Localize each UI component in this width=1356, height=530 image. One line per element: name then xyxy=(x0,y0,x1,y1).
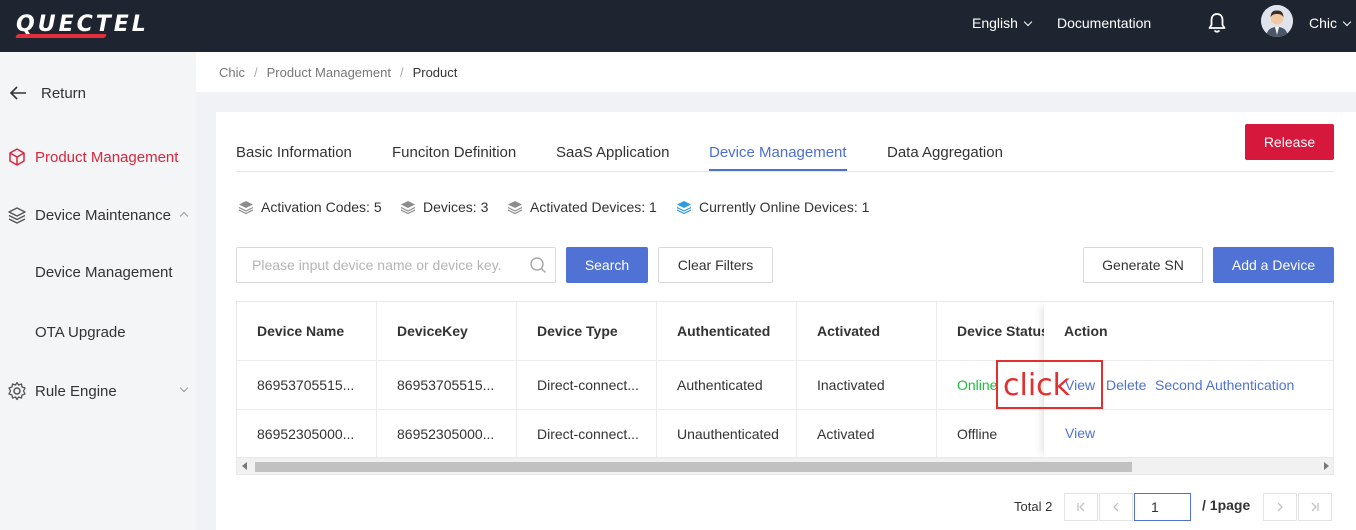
table-cell-device-type: Direct-connect... xyxy=(517,361,657,409)
stat-label: Activation Codes: 5 xyxy=(261,199,382,215)
sidebar-item-device-management[interactable]: Device Management xyxy=(35,264,173,281)
stack-icon xyxy=(238,201,254,214)
search-icon[interactable] xyxy=(529,256,547,274)
table-cell-device-key: 86953705515... xyxy=(377,361,517,409)
column-header-action: Action xyxy=(1064,323,1108,339)
table-cell-device-name[interactable]: 86952305000... xyxy=(237,410,377,458)
column-header-device-type[interactable]: Device Type xyxy=(517,302,657,360)
bell-icon[interactable] xyxy=(1207,12,1227,34)
column-header-device-key[interactable]: DeviceKey xyxy=(377,302,517,360)
stack-icon xyxy=(400,201,416,214)
add-device-button[interactable]: Add a Device xyxy=(1213,247,1334,283)
layers-icon xyxy=(8,207,26,224)
table-cell-activated: Activated xyxy=(797,410,937,458)
stat-activated-devices: Activated Devices: 1 xyxy=(507,199,657,215)
scrollbar-thumb[interactable] xyxy=(255,462,1132,472)
stat-devices: Devices: 3 xyxy=(400,199,488,215)
user-name: Chic xyxy=(1309,15,1338,31)
chevron-up-icon xyxy=(179,211,189,221)
return-label: Return xyxy=(41,84,87,102)
stat-label: Devices: 3 xyxy=(423,199,489,215)
stat-online-devices: Currently Online Devices: 1 xyxy=(676,199,869,215)
device-table: Device Name DeviceKey Device Type Authen… xyxy=(236,301,1334,475)
tab-saas-application[interactable]: SaaS Application xyxy=(556,144,669,161)
scroll-left-arrow-icon[interactable] xyxy=(242,462,247,470)
scroll-right-arrow-icon[interactable] xyxy=(1324,462,1329,470)
sidebar-item-device-maintenance[interactable]: Device Maintenance xyxy=(0,200,196,230)
breadcrumb: Chic / Product Management / Product xyxy=(196,52,1356,92)
next-page-button[interactable] xyxy=(1263,493,1297,521)
stack-icon xyxy=(507,201,523,214)
column-header-authenticated[interactable]: Authenticated xyxy=(657,302,797,360)
stat-label: Currently Online Devices: 1 xyxy=(699,199,870,215)
tab-device-management[interactable]: Device Management xyxy=(709,144,847,161)
last-page-icon xyxy=(1311,502,1319,512)
sidebar-item-ota-upgrade[interactable]: OTA Upgrade xyxy=(35,324,126,341)
column-header-activated[interactable]: Activated xyxy=(797,302,937,360)
chevron-down-icon xyxy=(1023,17,1033,27)
page-number-input[interactable] xyxy=(1134,493,1191,521)
gear-icon xyxy=(8,381,26,401)
sidebar-item-label: Device Maintenance xyxy=(35,206,171,224)
user-avatar[interactable] xyxy=(1261,5,1293,37)
stat-activation-codes: Activation Codes: 5 xyxy=(238,199,382,215)
breadcrumb-item-product: Product xyxy=(412,64,458,80)
user-menu[interactable]: Chic xyxy=(1309,15,1352,31)
table-cell-authenticated: Unauthenticated xyxy=(657,410,797,458)
top-navigation-bar: QUECTEL English Documentation Chic xyxy=(0,0,1356,52)
sidebar-item-product-management[interactable]: Product Management xyxy=(0,142,196,172)
clear-filters-button[interactable]: Clear Filters xyxy=(658,247,773,283)
sidebar-item-label: Rule Engine xyxy=(35,382,117,400)
cube-icon xyxy=(9,148,25,166)
search-button[interactable]: Search xyxy=(566,247,648,283)
table-cell-device-name[interactable]: 86953705515... xyxy=(237,361,377,409)
table-cell-device-type: Direct-connect... xyxy=(517,410,657,458)
breadcrumb-item-product-management[interactable]: Product Management xyxy=(267,65,391,80)
documentation-link[interactable]: Documentation xyxy=(1057,15,1151,31)
search-input[interactable] xyxy=(236,247,556,283)
column-header-device-name[interactable]: Device Name xyxy=(237,302,377,360)
chevron-left-icon xyxy=(1113,502,1119,512)
sidebar-item-label: Product Management xyxy=(35,148,179,166)
second-authentication-link[interactable]: Second Authentication xyxy=(1155,377,1294,393)
stack-icon-blue xyxy=(676,201,692,214)
tab-data-aggregation[interactable]: Data Aggregation xyxy=(887,144,1003,161)
first-page-icon xyxy=(1077,502,1085,512)
breadcrumb-item-chic[interactable]: Chic xyxy=(219,65,245,80)
view-link[interactable]: View xyxy=(1065,425,1095,441)
table-cell-activated: Inactivated xyxy=(797,361,937,409)
stat-label: Activated Devices: 1 xyxy=(530,199,657,215)
horizontal-scrollbar[interactable] xyxy=(237,457,1333,474)
chevron-right-icon xyxy=(1277,502,1283,512)
pagination-total: Total 2 xyxy=(1014,499,1053,514)
click-annotation-text: click xyxy=(1003,368,1071,403)
table-cell-authenticated: Authenticated xyxy=(657,361,797,409)
chevron-down-icon xyxy=(1342,17,1352,27)
last-page-button[interactable] xyxy=(1298,493,1332,521)
language-label: English xyxy=(972,15,1018,31)
first-page-button[interactable] xyxy=(1064,493,1098,521)
row-divider xyxy=(1044,409,1333,410)
table-cell-device-key: 86952305000... xyxy=(377,410,517,458)
active-tab-indicator xyxy=(709,169,847,171)
logo-swoosh xyxy=(14,34,108,38)
arrow-left-icon xyxy=(9,86,26,100)
tab-function-definition[interactable]: Funciton Definition xyxy=(392,144,516,161)
prev-page-button[interactable] xyxy=(1099,493,1133,521)
tab-divider xyxy=(236,171,1334,172)
generate-sn-button[interactable]: Generate SN xyxy=(1083,247,1203,283)
language-selector[interactable]: English xyxy=(972,15,1033,31)
delete-link[interactable]: Delete xyxy=(1106,377,1146,393)
tab-basic-information[interactable]: Basic Information xyxy=(236,144,352,161)
release-button[interactable]: Release xyxy=(1245,124,1334,160)
breadcrumb-separator: / xyxy=(254,64,258,80)
sidebar-item-rule-engine[interactable]: Rule Engine xyxy=(0,376,196,406)
page-count: / 1page xyxy=(1202,497,1251,513)
return-button[interactable]: Return xyxy=(0,78,196,108)
avatar-icon xyxy=(1261,5,1293,37)
chevron-down-icon xyxy=(179,383,189,393)
breadcrumb-separator: / xyxy=(399,64,404,80)
sidebar xyxy=(0,52,196,530)
